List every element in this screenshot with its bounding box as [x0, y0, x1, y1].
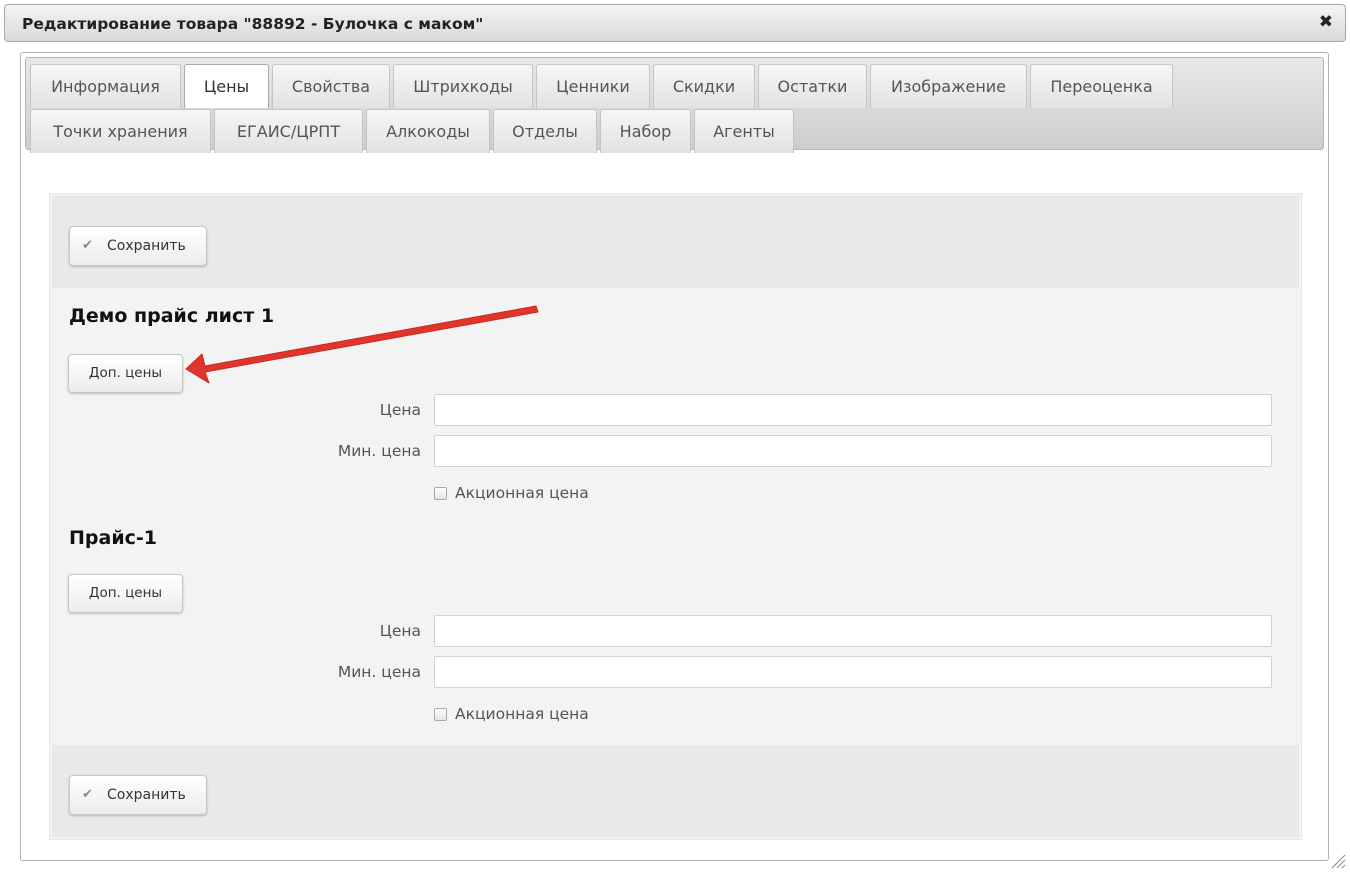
tab-image[interactable]: Изображение [870, 64, 1027, 108]
tab-storage-points[interactable]: Точки хранения [30, 109, 211, 153]
top-toolbar: ✔ Сохранить [52, 196, 1299, 288]
tab-prices[interactable]: Цены [184, 64, 269, 108]
min-price-input[interactable] [434, 656, 1272, 688]
save-button[interactable]: ✔ Сохранить [69, 775, 207, 815]
tabs-bar: Информация Цены Свойства Штрихкоды Ценни… [25, 57, 1324, 153]
tab-revaluation[interactable]: Переоценка [1030, 64, 1173, 108]
tab-barcodes[interactable]: Штрихкоды [393, 64, 533, 108]
price-input[interactable] [434, 394, 1272, 426]
bottom-toolbar: ✔ Сохранить [52, 745, 1299, 837]
tab-discounts[interactable]: Скидки [653, 64, 755, 108]
extra-prices-button[interactable]: Доп. цены [68, 574, 183, 613]
price-list-title: Демо прайс лист 1 [69, 305, 275, 327]
extra-prices-button[interactable]: Доп. цены [68, 354, 183, 393]
checkbox-box[interactable] [434, 708, 447, 721]
close-icon[interactable]: ✖ [1319, 12, 1333, 32]
price-label: Цена [379, 401, 421, 419]
checkbox-box[interactable] [434, 487, 447, 500]
tab-departments[interactable]: Отделы [493, 109, 597, 153]
resize-grip-icon[interactable] [1330, 853, 1346, 869]
save-button-label: Сохранить [107, 238, 186, 254]
tab-agents[interactable]: Агенты [694, 109, 794, 153]
prices-form: ✔ Сохранить Демо прайс лист 1 Доп. цены … [49, 193, 1302, 840]
price-input[interactable] [434, 615, 1272, 647]
tab-stock[interactable]: Остатки [758, 64, 867, 108]
min-price-input[interactable] [434, 435, 1272, 467]
dialog-content: Информация Цены Свойства Штрихкоды Ценни… [20, 52, 1329, 861]
save-button-label: Сохранить [107, 787, 186, 803]
min-price-label: Мин. цена [337, 663, 421, 681]
price-list-title: Прайс-1 [69, 527, 158, 549]
check-icon: ✔ [82, 787, 93, 802]
dialog-titlebar: Редактирование товара "88892 - Булочка с… [4, 4, 1346, 42]
check-icon: ✔ [82, 238, 93, 253]
tab-information[interactable]: Информация [30, 64, 181, 108]
dialog-title: Редактирование товара "88892 - Булочка с… [22, 15, 484, 33]
tab-egais[interactable]: ЕГАИС/ЦРПТ [214, 109, 363, 153]
min-price-label: Мин. цена [337, 442, 421, 460]
price-label: Цена [379, 622, 421, 640]
promo-price-label: Акционная цена [455, 705, 589, 723]
tab-price-tags[interactable]: Ценники [536, 64, 650, 108]
save-button[interactable]: ✔ Сохранить [69, 226, 207, 266]
tab-properties[interactable]: Свойства [272, 64, 390, 108]
tab-set[interactable]: Набор [600, 109, 691, 153]
promo-price-label: Акционная цена [455, 484, 589, 502]
tab-alcocodes[interactable]: Алкокоды [366, 109, 490, 153]
